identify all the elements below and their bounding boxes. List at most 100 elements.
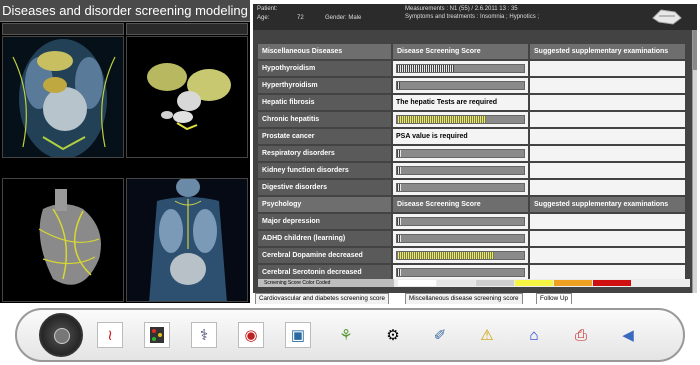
disease-label: Cerebral Dopamine decreased	[258, 248, 391, 263]
age-value: 72	[297, 15, 304, 21]
disease-label: Chronic hepatitis	[258, 112, 391, 127]
score-bar-fill	[397, 116, 486, 123]
home-icon[interactable]: ⌂	[521, 322, 547, 348]
screening-panel: Patient: Age: 72 Gender: Male Measuremen…	[253, 4, 697, 293]
tab-follow-up[interactable]: Follow Up	[536, 293, 572, 304]
score-message: PSA value is required	[393, 129, 528, 144]
warning-icon[interactable]: ⚠	[474, 322, 500, 348]
disease-label: Hyperthyroidism	[258, 78, 391, 93]
vertical-scrollbar[interactable]	[692, 30, 697, 293]
score-cell	[393, 112, 528, 127]
pills-icon[interactable]: ◉	[238, 322, 264, 348]
score-bar-fill	[397, 235, 401, 242]
patient-info-bar: Patient: Age: 72 Gender: Male Measuremen…	[253, 4, 697, 30]
section-title: Psychology	[258, 197, 391, 212]
screening-table: Miscellaneous Diseases Disease Screening…	[256, 42, 687, 282]
runner-icon[interactable]: ⚙	[380, 322, 406, 348]
score-cell	[393, 78, 528, 93]
table-row[interactable]: Digestive disorders	[258, 180, 685, 195]
score-header: Disease Screening Score	[393, 44, 528, 59]
score-bar-fill	[397, 65, 455, 72]
supplementary-cell	[530, 95, 685, 110]
body-outline-icon[interactable]	[651, 6, 683, 26]
legend-color-swatch	[593, 280, 631, 286]
disease-label: Respiratory disorders	[258, 146, 391, 161]
disease-label: ADHD children (learning)	[258, 231, 391, 246]
supplementary-cell	[530, 61, 685, 76]
table-row[interactable]: Major depression	[258, 214, 685, 229]
disease-label: Hepatic fibrosis	[258, 95, 391, 110]
panel-title: Diseases and disorder screening modeling	[0, 0, 250, 22]
score-bar	[396, 183, 525, 192]
score-bar	[396, 268, 525, 277]
supplementary-cell	[530, 214, 685, 229]
patient-label: Patient:	[257, 6, 278, 12]
score-bar	[396, 149, 525, 158]
table-row[interactable]: ADHD children (learning)	[258, 231, 685, 246]
full-body-view[interactable]	[126, 178, 248, 302]
supplementary-cell	[530, 265, 685, 280]
score-bar	[396, 251, 525, 260]
disease-label: Prostate cancer	[258, 129, 391, 144]
score-header: Disease Screening Score	[393, 197, 528, 212]
score-cell	[393, 265, 528, 280]
disease-label: Hypothyroidism	[258, 61, 391, 76]
scrollbar-thumb[interactable]	[693, 30, 697, 70]
view-subheader	[2, 23, 124, 35]
score-bar-fill	[397, 82, 400, 89]
microscope-icon[interactable]: ⚕	[191, 322, 217, 348]
score-bar	[396, 81, 525, 90]
monitor-icon[interactable]: ▣	[285, 322, 311, 348]
table-row[interactable]: Cerebral Dopamine decreased	[258, 248, 685, 263]
score-bar-fill	[397, 269, 401, 276]
score-legend: Screening Score Color Coded	[258, 279, 690, 287]
supplementary-header: Suggested supplementary examinations	[530, 197, 685, 212]
jog-dial[interactable]	[39, 313, 83, 357]
supplementary-header: Suggested supplementary examinations	[530, 44, 685, 59]
tab-cardiovascular[interactable]: Cardiovascular and diabetes screening sc…	[255, 293, 390, 304]
table-row[interactable]: Prostate cancer PSA value is required	[258, 129, 685, 144]
torso-organs-view[interactable]	[2, 36, 124, 158]
legend-color-swatch	[398, 280, 436, 286]
gender-value: Gender: Male	[325, 15, 362, 21]
score-bar	[396, 64, 525, 73]
supplementary-cell	[530, 129, 685, 144]
table-row[interactable]: Hepatic fibrosis The hepatic Tests are re…	[258, 95, 685, 110]
supplementary-cell	[530, 231, 685, 246]
score-cell	[393, 248, 528, 263]
disease-label: Major depression	[258, 214, 391, 229]
table-row[interactable]: Hypothyroidism	[258, 61, 685, 76]
score-cell	[393, 61, 528, 76]
traffic-light-icon[interactable]	[144, 322, 170, 348]
score-bar-fill	[397, 184, 401, 191]
brain-view[interactable]	[126, 36, 248, 158]
disease-label: Digestive disorders	[258, 180, 391, 195]
section-header: Psychology Disease Screening Score Sugge…	[258, 197, 685, 212]
age-label: Age:	[257, 15, 270, 21]
tab-miscellaneous[interactable]: Miscellaneous disease screening score	[405, 293, 523, 304]
view-subheader	[126, 23, 248, 35]
table-row[interactable]: Respiratory disorders	[258, 146, 685, 161]
legend-color-swatch	[437, 280, 475, 286]
legend-color-swatch	[515, 280, 553, 286]
blood-vessel-icon[interactable]: ≀	[97, 322, 123, 348]
score-cell	[393, 214, 528, 229]
table-row[interactable]: Kidney function disorders	[258, 163, 685, 178]
score-cell	[393, 180, 528, 195]
table-row[interactable]: Cerebral Serotonin decreased	[258, 265, 685, 280]
table-row[interactable]: Chronic hepatitis	[258, 112, 685, 127]
pdf-icon[interactable]: ⎙	[568, 322, 594, 348]
plant-icon[interactable]: ⚘	[333, 322, 359, 348]
score-bar-fill	[397, 150, 401, 157]
score-bar-fill	[397, 167, 401, 174]
score-bar	[396, 234, 525, 243]
section-header: Miscellaneous Diseases Disease Screening…	[258, 44, 685, 59]
heart-view[interactable]	[2, 178, 124, 302]
table-row[interactable]: Hyperthyroidism	[258, 78, 685, 93]
measurements: Measurements : N1 (55) / 2.6.2011 13 : 3…	[405, 6, 518, 12]
back-icon[interactable]: ◀	[615, 322, 641, 348]
syringe-icon[interactable]: ✐	[427, 322, 453, 348]
bottom-toolbar: ≀ ⚕ ◉ ▣ ⚘ ⚙ ✐ ⚠ ⌂ ⎙ ◀	[15, 308, 685, 362]
symptoms: Symptoms and treatments : Insomnia ; Hyp…	[405, 14, 540, 20]
disease-label: Cerebral Serotonin decreased	[258, 265, 391, 280]
